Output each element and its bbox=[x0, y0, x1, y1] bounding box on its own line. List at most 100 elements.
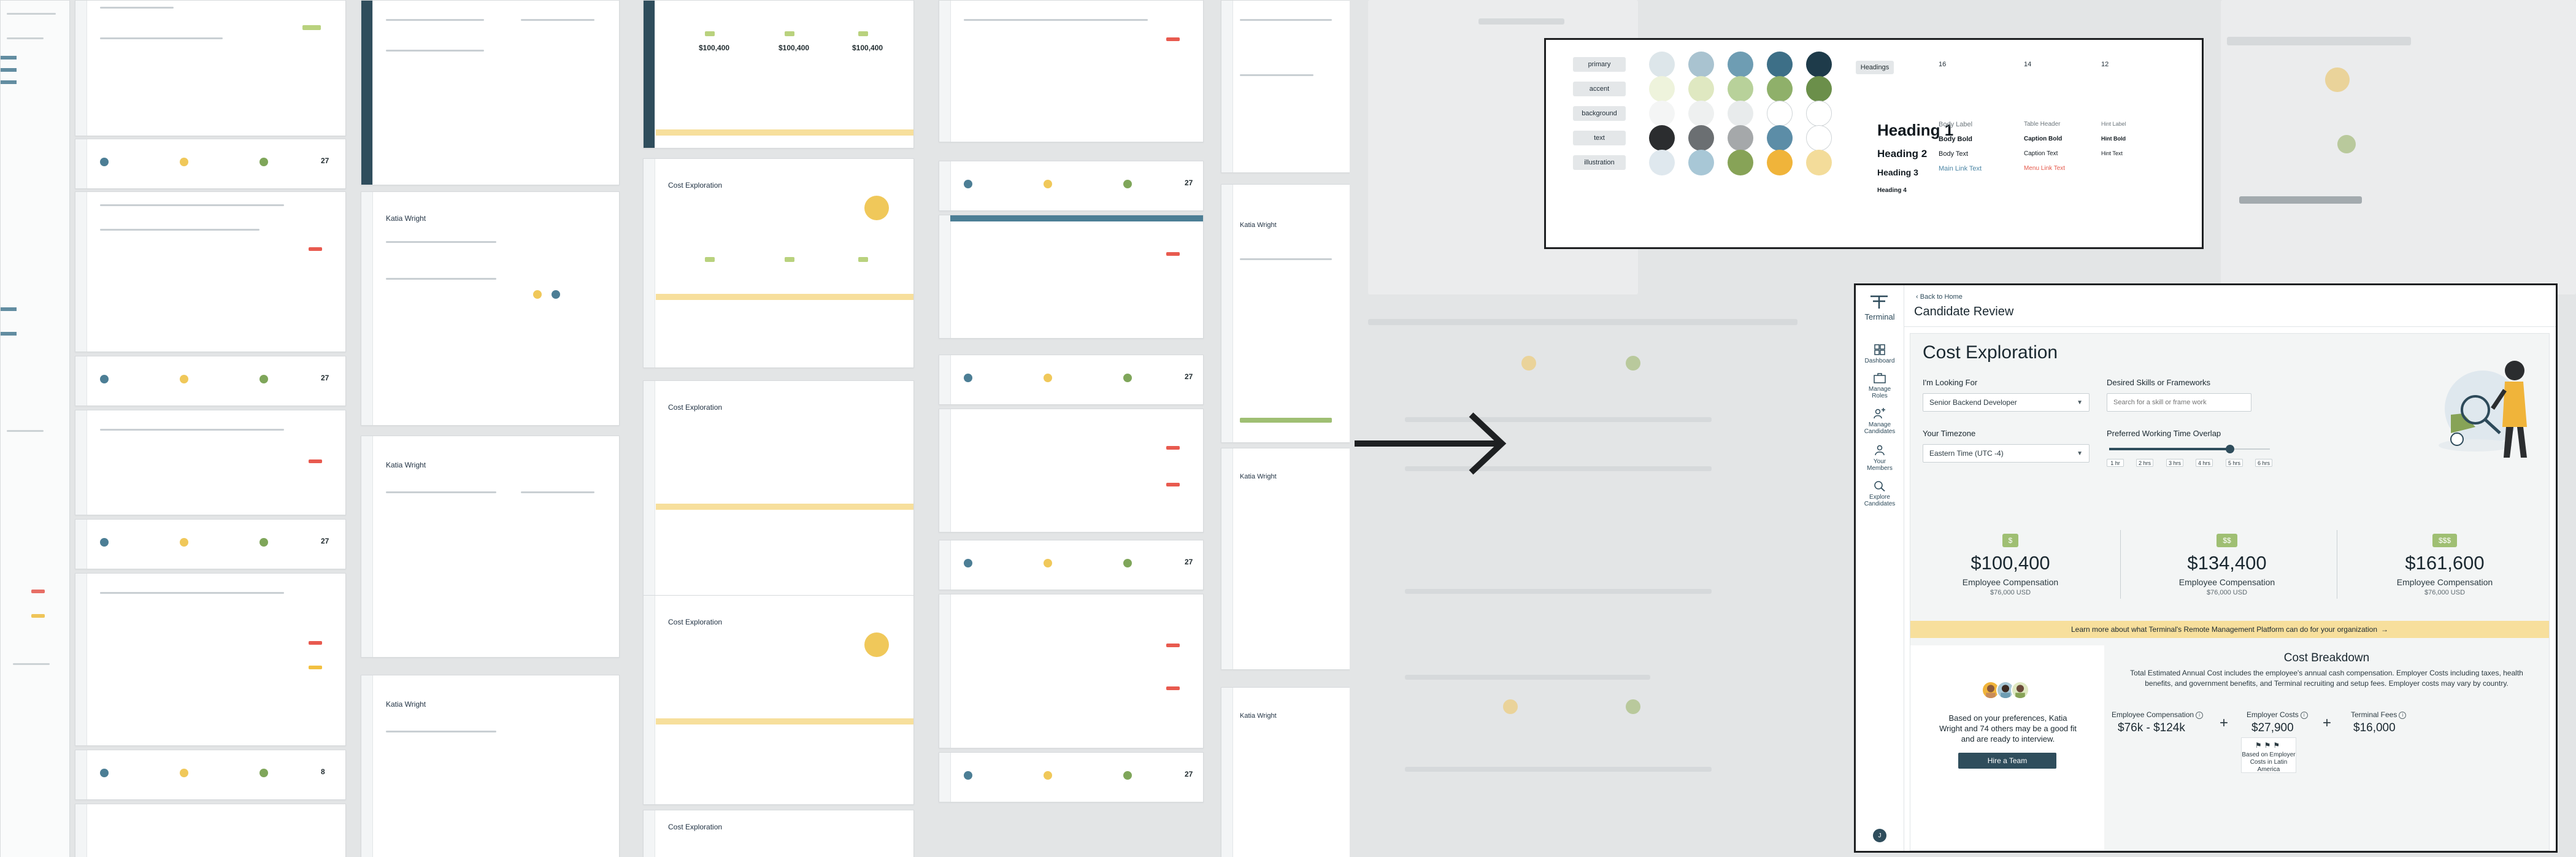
plan-label: Employee Compensation bbox=[1962, 577, 2059, 587]
overlap-slider[interactable] bbox=[2109, 444, 2270, 454]
hour-option[interactable]: 4 hrs bbox=[2196, 459, 2213, 467]
employer-costs-note: ⚑⚑⚑ Based on Employer Costs in Latin Ame… bbox=[2241, 737, 2296, 773]
nav-manage-candidates[interactable]: Manage Candidates bbox=[1856, 408, 1904, 435]
color-swatch bbox=[1728, 150, 1753, 175]
brand-name: Terminal bbox=[1864, 312, 1895, 321]
timezone-label: Your Timezone bbox=[1923, 429, 1976, 438]
arrow-right-icon: → bbox=[2381, 625, 2388, 634]
size-16: 16 bbox=[1939, 61, 1947, 68]
hint-bold-sample: Hint Bold bbox=[2101, 136, 2126, 142]
caption-bold-sample: Caption Bold bbox=[2024, 136, 2063, 142]
terminal-fees-value: $16,000 bbox=[2353, 721, 2396, 734]
size-12: 12 bbox=[2101, 61, 2109, 68]
main-content: ‹ Back to Home Candidate Review Cost Exp… bbox=[1904, 285, 2556, 851]
skills-search-input[interactable] bbox=[2107, 393, 2251, 412]
learn-more-text: Learn more about what Terminal's Remote … bbox=[2071, 625, 2377, 634]
candidate-avatar bbox=[2011, 681, 2029, 699]
cost-breakdown-description: Total Estimated Annual Cost includes the… bbox=[2130, 669, 2523, 688]
employee-comp-label-text: Employee Compensation bbox=[2112, 710, 2194, 719]
sidebar: Terminal Dashboard Manage Roles Manage C… bbox=[1856, 285, 1904, 851]
overlap-label: Preferred Working Time Overlap bbox=[2107, 429, 2221, 438]
size-14: 14 bbox=[2024, 61, 2032, 68]
hint-label-sample: Hint Label bbox=[2101, 121, 2126, 127]
analyst-illustration bbox=[2439, 361, 2527, 458]
plan-sub: $76,000 USD bbox=[2206, 589, 2248, 596]
color-swatch bbox=[1688, 101, 1714, 126]
artboard-column-1 bbox=[0, 0, 72, 857]
background-artboards: 27 27 27 8 Katia Wright Katia Wright Kat… bbox=[0, 0, 1350, 857]
plan-sub: $76,000 USD bbox=[1990, 589, 2031, 596]
nav-your-members-label: Your Members bbox=[1867, 458, 1893, 472]
nav-dashboard[interactable]: Dashboard bbox=[1856, 344, 1904, 364]
hour-option[interactable]: 3 hrs bbox=[2166, 459, 2183, 467]
chevron-down-icon: ▼ bbox=[2077, 450, 2083, 457]
looking-for-label: I'm Looking For bbox=[1923, 378, 1978, 387]
hour-option[interactable]: 2 hrs bbox=[2136, 459, 2153, 467]
info-icon[interactable]: i bbox=[2399, 712, 2407, 719]
hour-options: 1 hr 2 hrs 3 hrs 4 hrs 5 hrs 6 hrs bbox=[2107, 459, 2272, 467]
nav-explore-candidates[interactable]: Explore Candidates bbox=[1856, 480, 1904, 507]
plan-label: Employee Compensation bbox=[2178, 577, 2275, 587]
slider-thumb[interactable] bbox=[2225, 445, 2234, 453]
terminal-logo-icon bbox=[1870, 295, 1888, 309]
info-icon[interactable]: i bbox=[2196, 712, 2204, 719]
palette-row-illustration: illustration bbox=[1573, 150, 1832, 175]
headings-label: Headings bbox=[1856, 61, 1894, 74]
color-swatch bbox=[1649, 101, 1675, 126]
nav-manage-roles[interactable]: Manage Roles bbox=[1856, 372, 1904, 399]
color-swatch bbox=[1767, 125, 1793, 151]
color-swatch bbox=[1728, 76, 1753, 102]
employee-comp-value: $76k - $124k bbox=[2118, 721, 2185, 734]
back-arrow-icon: ‹ bbox=[1916, 293, 1920, 301]
hour-option[interactable]: 1 hr bbox=[2107, 459, 2124, 467]
hire-a-team-button[interactable]: Hire a Team bbox=[1958, 753, 2056, 769]
palette-label: primary bbox=[1573, 57, 1626, 72]
nav-explore-candidates-label: Explore Candidates bbox=[1864, 494, 1896, 507]
body-text-sample: Body Text bbox=[1939, 150, 1969, 158]
hour-option[interactable]: 5 hrs bbox=[2226, 459, 2243, 467]
role-select-value: Senior Backend Developer bbox=[1929, 398, 2017, 407]
flow-arrow bbox=[1355, 412, 1507, 475]
role-select[interactable]: Senior Backend Developer ▼ bbox=[1923, 393, 2090, 412]
plan-tier-badge: $ bbox=[2002, 534, 2019, 547]
palette-row-accent: accent bbox=[1573, 76, 1832, 102]
color-swatch bbox=[1688, 52, 1714, 77]
main-link-sample: Main Link Text bbox=[1939, 165, 1982, 172]
color-swatch bbox=[1728, 52, 1753, 77]
plan-price: $161,600 bbox=[2405, 552, 2485, 574]
color-swatch bbox=[1688, 125, 1714, 151]
palette-label: text bbox=[1573, 131, 1626, 145]
color-swatch bbox=[1767, 76, 1793, 102]
terminal-fees-label: Terminal Fees i bbox=[2351, 710, 2407, 719]
employer-note-text: Based on Employer Costs in Latin America bbox=[2242, 751, 2296, 773]
matching-candidates-panel: Based on your preferences, Katia Wright … bbox=[1910, 645, 2104, 850]
plan-sub: $76,000 USD bbox=[2424, 589, 2466, 596]
plan-price: $134,400 bbox=[2187, 552, 2267, 574]
plan-tier-badge: $$$ bbox=[2432, 534, 2458, 547]
plan-tier-badge: $$ bbox=[2217, 534, 2237, 547]
employer-costs-label: Employer Costs i bbox=[2247, 710, 2308, 719]
nav-your-members[interactable]: Your Members bbox=[1856, 445, 1904, 472]
back-to-home-link[interactable]: ‹ Back to Home bbox=[1916, 293, 1963, 301]
color-swatch bbox=[1806, 76, 1832, 102]
timezone-select-value: Eastern Time (UTC -4) bbox=[1929, 449, 2004, 458]
body-label-sample: Body Label bbox=[1939, 121, 1973, 128]
cost-exploration-title: Cost Exploration bbox=[1923, 342, 2058, 363]
nav-dashboard-label: Dashboard bbox=[1864, 358, 1895, 364]
info-icon[interactable]: i bbox=[2300, 712, 2308, 719]
plan-column-3: $$$ $161,600 Employee Compensation $76,0… bbox=[2347, 534, 2543, 598]
nav-manage-candidates-label: Manage Candidates bbox=[1864, 421, 1896, 435]
plan-price: $100,400 bbox=[1970, 552, 2050, 574]
learn-more-banner[interactable]: Learn more about what Terminal's Remote … bbox=[1910, 621, 2549, 638]
color-swatch bbox=[1649, 125, 1675, 151]
terminal-fees-label-text: Terminal Fees bbox=[2351, 710, 2397, 719]
briefcase-icon bbox=[1874, 373, 1886, 383]
color-swatch bbox=[1767, 52, 1793, 77]
plan-label: Employee Compensation bbox=[2396, 577, 2493, 587]
timezone-select[interactable]: Eastern Time (UTC -4) ▼ bbox=[1923, 444, 2090, 463]
user-avatar[interactable]: J bbox=[1873, 829, 1886, 842]
candidates-message: Based on your preferences, Katia Wright … bbox=[1939, 713, 2077, 744]
hour-option[interactable]: 6 hrs bbox=[2255, 459, 2272, 467]
nav-manage-roles-label: Manage Roles bbox=[1868, 386, 1891, 399]
skills-label: Desired Skills or Frameworks bbox=[2107, 378, 2211, 387]
